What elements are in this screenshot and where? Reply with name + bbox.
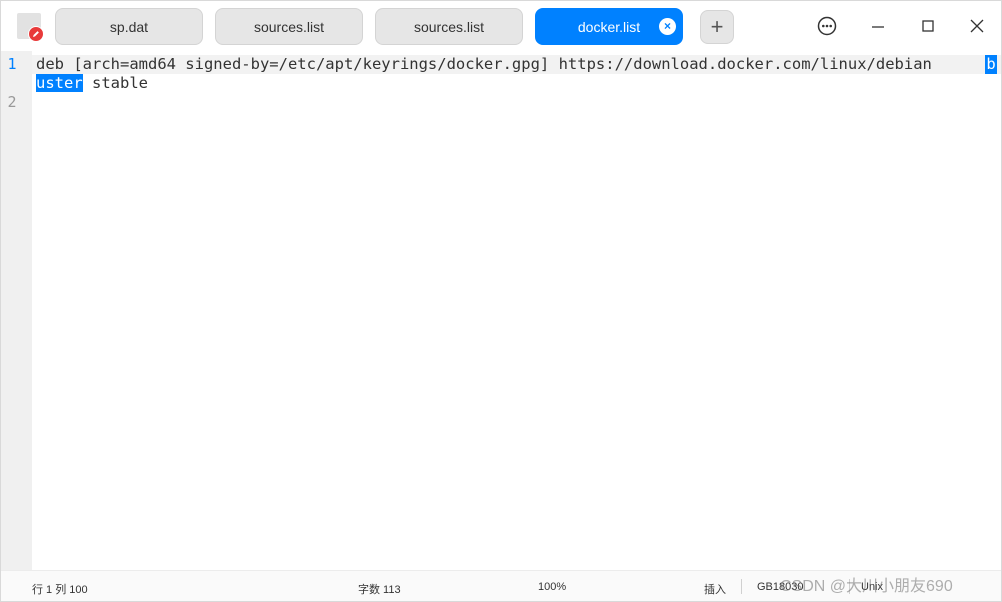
selected-text: b bbox=[985, 55, 997, 74]
code-text: stable bbox=[82, 74, 148, 92]
close-icon bbox=[970, 19, 984, 33]
tab-label: docker.list bbox=[577, 18, 641, 35]
title-bar: sp.dat sources.list sources.list docker.… bbox=[1, 1, 1001, 51]
line-number-gutter: 1 2 bbox=[1, 51, 32, 570]
text-editor-window: sp.dat sources.list sources.list docker.… bbox=[0, 0, 1002, 602]
tab-sp-dat[interactable]: sp.dat bbox=[55, 8, 203, 45]
cursor-position: 行 1 列 100 bbox=[32, 584, 88, 596]
close-tab-icon[interactable]: × bbox=[659, 18, 676, 35]
minimize-button[interactable] bbox=[866, 14, 890, 38]
minimize-icon bbox=[872, 26, 884, 28]
app-icon bbox=[17, 13, 44, 42]
editor-area[interactable]: 1 2 deb [arch=amd64 signed-by=/etc/apt/k… bbox=[1, 51, 1001, 570]
tab-docker-list[interactable]: docker.list × bbox=[535, 8, 683, 45]
status-divider bbox=[741, 579, 742, 594]
add-tab-button[interactable]: + bbox=[700, 10, 734, 44]
maximize-icon bbox=[922, 20, 934, 32]
insert-mode: 插入 bbox=[704, 584, 726, 596]
plus-icon: + bbox=[710, 14, 724, 39]
more-options-icon bbox=[817, 16, 837, 36]
close-window-button[interactable] bbox=[965, 14, 989, 38]
line-number: 2 bbox=[7, 93, 17, 111]
menu-button[interactable] bbox=[815, 14, 839, 38]
char-count: 字数 113 bbox=[358, 584, 401, 596]
zoom-level: 100% bbox=[538, 581, 567, 593]
maximize-button[interactable] bbox=[916, 14, 940, 38]
pencil-icon bbox=[28, 26, 44, 42]
tab-label: sources.list bbox=[413, 18, 485, 35]
tab-sources-list-2[interactable]: sources.list bbox=[375, 8, 523, 45]
tab-label: sources.list bbox=[253, 18, 325, 35]
line-number: 1 bbox=[7, 55, 17, 73]
tab-label: sp.dat bbox=[109, 18, 149, 35]
watermark: CSDN @大川小朋友690 bbox=[780, 578, 953, 595]
tab-sources-list-1[interactable]: sources.list bbox=[215, 8, 363, 45]
code-line-1-wrap: uster stable bbox=[36, 74, 148, 93]
selected-text: uster bbox=[36, 74, 83, 92]
code-line-1: deb [arch=amd64 signed-by=/etc/apt/keyri… bbox=[36, 55, 932, 73]
